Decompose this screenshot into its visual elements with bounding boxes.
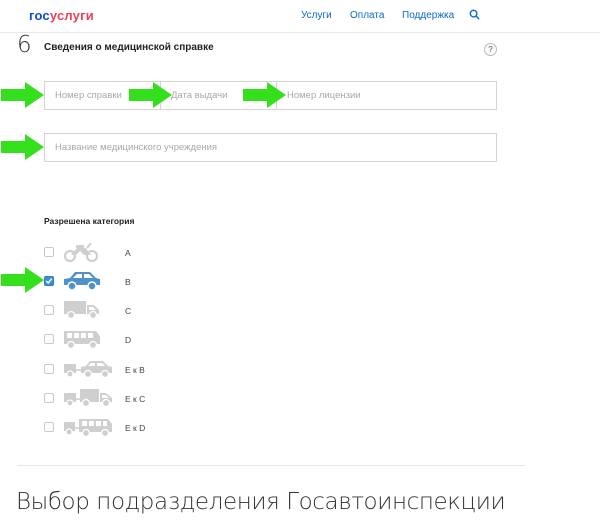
category-d-checkbox[interactable] [44,334,54,344]
green-arrow-icon [1,134,44,160]
category-e-c-checkbox[interactable] [44,393,54,403]
category-e-c-label: E к C [125,394,146,404]
nav-services[interactable]: Услуги [301,10,332,21]
next-section-title: Выбор подразделения Госавтоинспекции [16,489,506,515]
nav-payment[interactable]: Оплата [350,10,384,21]
logo-part-gos: гос [29,8,50,23]
category-c-label: C [125,306,132,316]
green-arrow-icon [129,82,172,108]
car-icon [64,272,100,291]
bus-icon [64,331,100,350]
logo-part-uslugi: услуги [49,8,94,23]
search-icon[interactable] [469,9,480,20]
section-divider [17,465,525,466]
institution-input[interactable] [45,134,496,161]
category-c-checkbox[interactable] [44,305,54,315]
category-e-d-label: E к D [125,423,146,433]
green-arrow-icon [1,267,44,293]
categories-title: Разрешена категория [44,216,135,226]
green-arrow-icon [243,82,286,108]
category-b-checkbox[interactable] [44,276,54,286]
truck-trailer-icon [64,389,112,408]
category-a-label: A [125,248,131,258]
bus-trailer-icon [64,419,112,438]
help-icon[interactable]: ? [484,43,497,56]
institution-field [44,133,497,162]
license-number-field [276,81,497,110]
category-e-b-label: E к B [125,365,145,375]
motorcycle-icon [63,242,99,263]
section-number: 6 [17,32,32,58]
checkmark-icon [45,278,53,285]
nav-support[interactable]: Поддержка [402,10,454,21]
section-title: Сведения о медицинской справке [44,42,214,53]
category-d-label: D [125,335,132,345]
car-trailer-icon [64,361,112,379]
category-b-label: B [125,277,131,287]
gosuslugi-logo[interactable]: госуслуги [29,8,94,23]
category-e-d-checkbox[interactable] [44,422,54,432]
truck-icon [64,301,99,320]
header: госуслуги Услуги Оплата Поддержка [0,0,600,33]
category-e-b-checkbox[interactable] [44,364,54,374]
category-a-checkbox[interactable] [44,247,54,257]
license-number-input[interactable] [277,82,496,109]
green-arrow-icon [1,82,44,108]
